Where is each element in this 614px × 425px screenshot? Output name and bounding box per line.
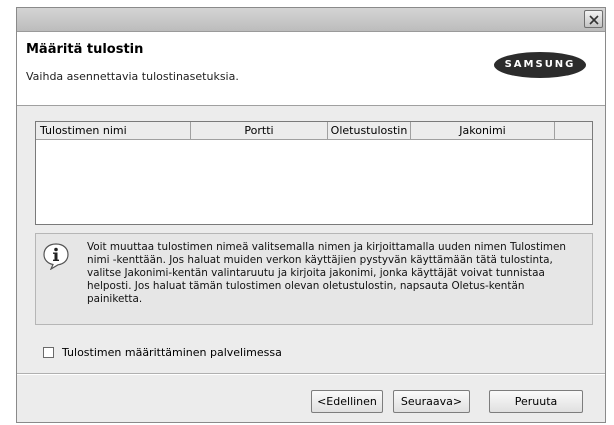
server-setup-checkbox[interactable] bbox=[43, 347, 54, 358]
samsung-logo: SAMSUNG bbox=[494, 52, 586, 78]
column-header-printer-name[interactable]: Tulostimen nimi bbox=[36, 122, 191, 139]
info-icon bbox=[43, 243, 69, 270]
column-header-default-printer[interactable]: Oletustulostin bbox=[328, 122, 411, 139]
cancel-button[interactable]: Peruuta bbox=[489, 390, 583, 413]
title-bar bbox=[17, 8, 605, 32]
back-button[interactable]: <Edellinen bbox=[311, 390, 383, 413]
table-header: Tulostimen nimi Portti Oletustulostin Ja… bbox=[36, 122, 592, 140]
column-header-extra bbox=[555, 122, 592, 139]
close-icon bbox=[589, 15, 599, 25]
info-text: Voit muuttaa tulostimen nimeä valitsemal… bbox=[87, 241, 567, 305]
column-header-port[interactable]: Portti bbox=[191, 122, 328, 139]
page-subtitle: Vaihda asennettavia tulostinasetuksia. bbox=[26, 70, 239, 83]
info-panel: Voit muuttaa tulostimen nimeä valitsemal… bbox=[35, 233, 593, 325]
printer-table[interactable]: Tulostimen nimi Portti Oletustulostin Ja… bbox=[35, 121, 593, 225]
page-title: Määritä tulostin bbox=[26, 42, 144, 57]
footer-divider bbox=[17, 373, 605, 375]
column-header-share-name[interactable]: Jakonimi bbox=[411, 122, 555, 139]
next-button[interactable]: Seuraava> bbox=[393, 390, 470, 413]
server-setup-label[interactable]: Tulostimen määrittäminen palvelimessa bbox=[62, 346, 282, 360]
header-panel: Määritä tulostin Vaihda asennettavia tul… bbox=[17, 32, 605, 106]
installer-dialog: Määritä tulostin Vaihda asennettavia tul… bbox=[16, 7, 606, 423]
close-button[interactable] bbox=[584, 10, 603, 28]
